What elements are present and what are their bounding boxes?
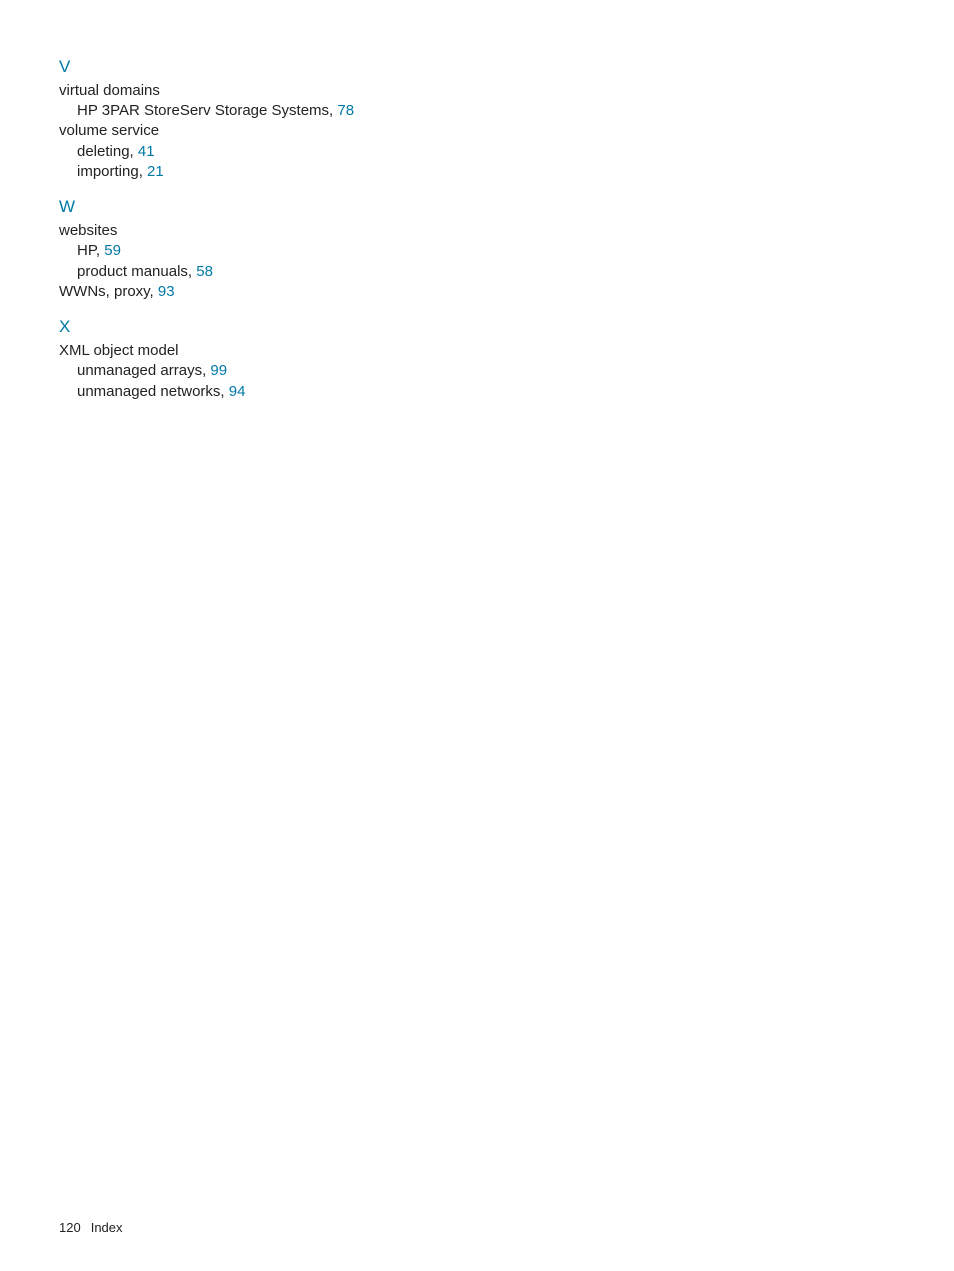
index-section-w: W websites HP, 59 product manuals, 58 WW…: [59, 196, 479, 302]
index-entry: virtual domains: [59, 81, 479, 101]
index-subentry-text: unmanaged networks,: [77, 383, 229, 400]
index-subentry: HP 3PAR StoreServ Storage Systems, 78: [77, 101, 479, 121]
page-link[interactable]: 94: [229, 383, 246, 400]
index-section-v: V virtual domains HP 3PAR StoreServ Stor…: [59, 56, 479, 182]
page-link[interactable]: 93: [158, 283, 175, 300]
index-entry: volume service: [59, 121, 479, 141]
index-entry: websites: [59, 221, 479, 241]
index-entry: WWNs, proxy, 93: [59, 282, 479, 302]
index-subentry: product manuals, 58: [77, 262, 479, 282]
letter-heading-v: V: [59, 56, 479, 79]
page-link[interactable]: 59: [104, 242, 121, 259]
index-subentry: importing, 21: [77, 162, 479, 182]
letter-heading-w: W: [59, 196, 479, 219]
index-subentry-text: product manuals,: [77, 263, 196, 280]
index-subentry-text: deleting,: [77, 143, 138, 160]
page-link[interactable]: 58: [196, 263, 213, 280]
index-subentry: unmanaged arrays, 99: [77, 361, 479, 381]
index-subentry: HP, 59: [77, 241, 479, 261]
page-link[interactable]: 21: [147, 163, 164, 180]
page-link[interactable]: 41: [138, 143, 155, 160]
index-subentry-text: importing,: [77, 163, 147, 180]
index-entry-text: WWNs, proxy,: [59, 283, 158, 300]
letter-heading-x: X: [59, 316, 479, 339]
index-subentry-text: HP,: [77, 242, 104, 259]
index-entry: XML object model: [59, 341, 479, 361]
index-section-x: X XML object model unmanaged arrays, 99 …: [59, 316, 479, 402]
index-content: V virtual domains HP 3PAR StoreServ Stor…: [0, 0, 479, 402]
footer-section-label: Index: [91, 1220, 123, 1235]
index-subentry-text: HP 3PAR StoreServ Storage Systems,: [77, 102, 337, 119]
page-number: 120: [59, 1219, 81, 1237]
index-subentry: unmanaged networks, 94: [77, 382, 479, 402]
index-subentry: deleting, 41: [77, 142, 479, 162]
page-link[interactable]: 78: [337, 102, 354, 119]
page-link[interactable]: 99: [210, 362, 227, 379]
index-subentry-text: unmanaged arrays,: [77, 362, 210, 379]
page-footer: 120 Index: [59, 1219, 123, 1237]
